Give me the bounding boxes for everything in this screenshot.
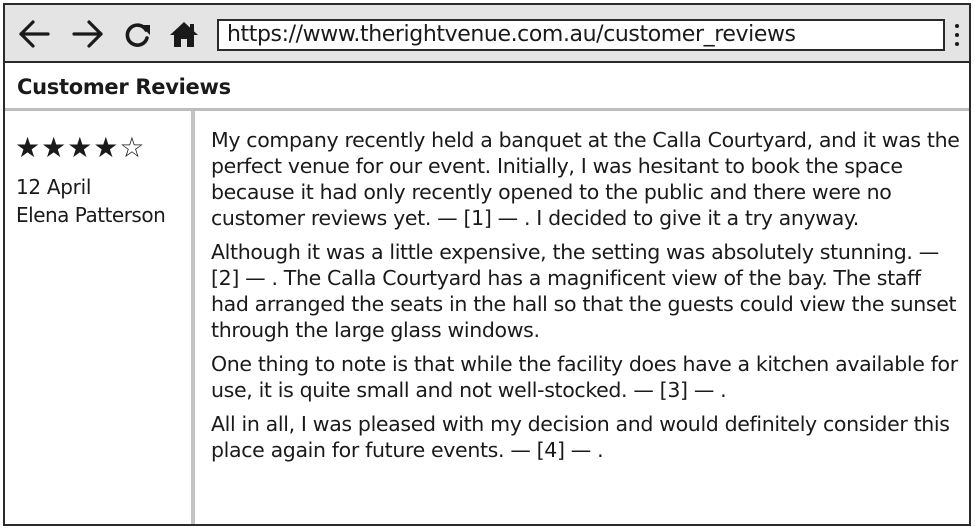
review-meta: ★★★★☆ 12 April Elena Patterson — [5, 111, 195, 524]
home-icon[interactable] — [167, 17, 201, 51]
reviewer-name: Elena Patterson — [16, 203, 166, 227]
page-title: Customer Reviews — [17, 75, 231, 99]
star-rating: ★★★★☆ — [15, 131, 146, 164]
browser-window: https://www.therightvenue.com.au/custome… — [3, 3, 971, 526]
reload-icon[interactable] — [121, 17, 155, 51]
review-paragraph: All in all, I was pleased with my decisi… — [211, 412, 950, 462]
review-text: My company recently held a banquet at th… — [211, 127, 963, 471]
forward-arrow-icon[interactable] — [71, 17, 105, 51]
address-bar[interactable]: https://www.therightvenue.com.au/custome… — [217, 19, 945, 51]
review-paragraph: One thing to note is that while the faci… — [211, 352, 958, 402]
back-arrow-icon[interactable] — [17, 17, 51, 51]
menu-icon[interactable] — [951, 21, 963, 49]
page-header: Customer Reviews — [5, 63, 969, 111]
review-paragraph: Although it was a little expensive, the … — [211, 240, 957, 342]
review-entry: ★★★★☆ 12 April Elena Patterson My compan… — [5, 111, 969, 524]
review-paragraph: My company recently held a banquet at th… — [211, 128, 960, 230]
browser-toolbar: https://www.therightvenue.com.au/custome… — [5, 5, 969, 63]
review-date: 12 April — [16, 175, 92, 199]
